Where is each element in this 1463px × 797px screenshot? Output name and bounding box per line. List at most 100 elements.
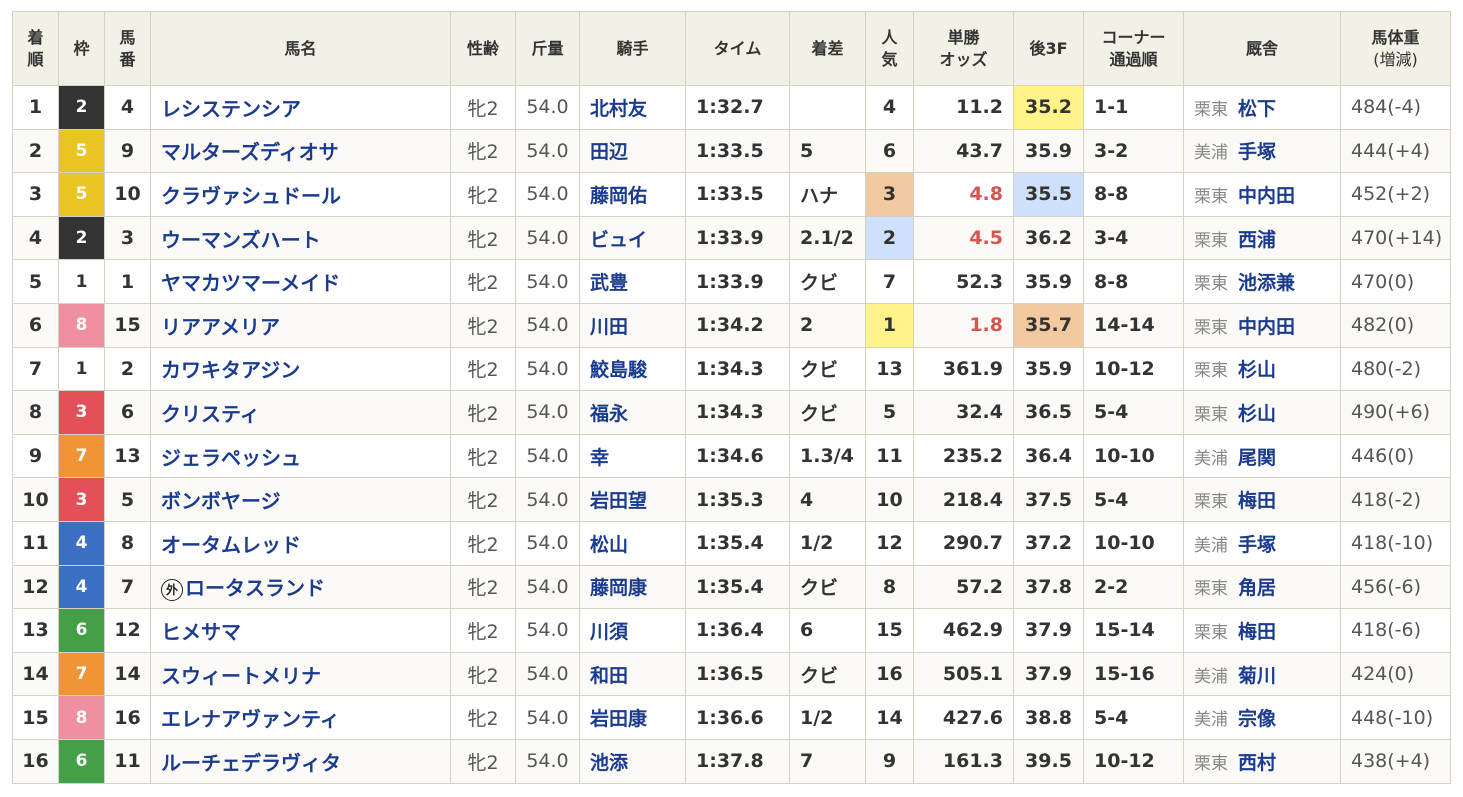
cell-bodyweight: 452(+2) — [1340, 172, 1451, 217]
horse-name-label[interactable]: カワキタアジン — [161, 358, 300, 382]
jockey-link[interactable]: 幸 — [579, 433, 686, 479]
trainer-link[interactable]: 手塚 — [1238, 141, 1276, 163]
table-row: 2 5 9 マルターズディオサ 牝2 54.0 田辺 1:33.5 5 6 43.7 35.9 3-2 美… — [12, 128, 1451, 174]
trainer-link[interactable]: 西浦 — [1238, 229, 1276, 251]
cell-weight: 54.0 — [515, 346, 580, 392]
cell-stable: 美浦 尾関 — [1183, 433, 1341, 479]
horse-name-link[interactable]: ヒメサマ — [150, 608, 451, 653]
cell-stable: 栗東 中内田 — [1183, 302, 1341, 348]
jockey-link[interactable]: 藤岡佑 — [579, 172, 686, 217]
stable-location: 美浦 — [1194, 710, 1228, 731]
horse-name-label[interactable]: ヒメサマ — [161, 620, 241, 644]
horse-name-link[interactable]: クリスティ — [150, 390, 451, 435]
trainer-link[interactable]: 尾関 — [1238, 447, 1276, 469]
trainer-link[interactable]: 角居 — [1238, 577, 1276, 599]
horse-name-label[interactable]: マルターズディオサ — [161, 140, 339, 164]
jockey-link[interactable]: 田辺 — [579, 128, 686, 174]
horse-name-label[interactable]: レシステンシア — [161, 97, 301, 121]
jockey-link[interactable]: 川須 — [579, 608, 686, 653]
cell-weight: 54.0 — [515, 172, 580, 217]
cell-margin: 1.3/4 — [789, 433, 866, 479]
cell-margin — [789, 85, 866, 130]
trainer-link[interactable]: 松下 — [1238, 98, 1276, 120]
cell-pop: 7 — [865, 259, 914, 304]
horse-name-label[interactable]: ボンボヤージ — [161, 489, 281, 513]
cell-bodyweight: 490(+6) — [1340, 390, 1451, 435]
horse-name-link[interactable]: オータムレッド — [150, 520, 451, 566]
cell-corner: 8-8 — [1083, 172, 1184, 217]
trainer-link[interactable]: 中内田 — [1238, 316, 1295, 338]
jockey-link[interactable]: 川田 — [579, 302, 686, 348]
cell-weight: 54.0 — [515, 433, 580, 479]
trainer-link[interactable]: 宗像 — [1238, 708, 1276, 730]
horse-name-label[interactable]: スウィートメリナ — [161, 664, 321, 688]
horse-name-link[interactable]: ウーマンズハート — [150, 215, 451, 261]
cell-corner: 15-16 — [1083, 651, 1184, 697]
stable-location: 美浦 — [1194, 448, 1228, 469]
cell-waku: 5 — [58, 172, 105, 217]
cell-stable: 美浦 菊川 — [1183, 651, 1341, 697]
cell-umaban: 2 — [104, 346, 151, 392]
jockey-link[interactable]: 福永 — [579, 390, 686, 435]
horse-name-label[interactable]: クラヴァシュドール — [161, 184, 341, 208]
horse-name-label[interactable]: ジェラペッシュ — [161, 446, 301, 470]
horse-name-label[interactable]: ヤマカツマーメイド — [161, 271, 340, 295]
cell-stable: 栗東 西村 — [1183, 738, 1341, 784]
trainer-link[interactable]: 中内田 — [1238, 185, 1295, 207]
horse-name-link[interactable]: スウィートメリナ — [150, 651, 451, 697]
horse-name-label[interactable]: ウーマンズハート — [161, 228, 321, 252]
jockey-link[interactable]: ビュイ — [579, 215, 686, 261]
cell-waku: 2 — [58, 215, 105, 261]
jockey-link[interactable]: 鮫島駿 — [579, 346, 686, 392]
horse-name-link[interactable]: カワキタアジン — [150, 346, 451, 392]
horse-name-label[interactable]: クリスティ — [161, 402, 260, 426]
jockey-link[interactable]: 藤岡康 — [579, 564, 686, 610]
trainer-link[interactable]: 西村 — [1238, 752, 1276, 774]
cell-rank: 8 — [12, 390, 59, 435]
cell-rank: 5 — [12, 259, 59, 304]
jockey-link[interactable]: 北村友 — [579, 85, 686, 130]
horse-name-link[interactable]: リアアメリア — [150, 302, 451, 348]
horse-name-link[interactable]: クラヴァシュドール — [150, 172, 451, 217]
cell-rank: 14 — [12, 651, 59, 697]
cell-corner: 5-4 — [1083, 695, 1184, 740]
horse-name-link[interactable]: 外ロータスランド — [150, 564, 451, 610]
cell-weight: 54.0 — [515, 259, 580, 304]
table-row: 11 4 8 オータムレッド 牝2 54.0 松山 1:35.4 1/2 12 290.7 37.2 1… — [12, 520, 1451, 566]
horse-name-link[interactable]: マルターズディオサ — [150, 128, 451, 174]
cell-rank: 10 — [12, 477, 59, 522]
horse-name-label[interactable]: ルーチェデラヴィタ — [161, 751, 341, 775]
trainer-link[interactable]: 菊川 — [1238, 665, 1276, 687]
cell-pop: 11 — [865, 433, 914, 479]
cell-umaban: 10 — [104, 172, 151, 217]
horse-name-label[interactable]: オータムレッド — [161, 533, 301, 557]
trainer-link[interactable]: 杉山 — [1238, 403, 1276, 425]
jockey-link[interactable]: 和田 — [579, 651, 686, 697]
jockey-link[interactable]: 岩田望 — [579, 477, 686, 522]
horse-name-label[interactable]: エレナアヴァンティ — [161, 707, 340, 731]
horse-name-link[interactable]: ルーチェデラヴィタ — [150, 738, 451, 784]
trainer-link[interactable]: 手塚 — [1238, 534, 1276, 556]
cell-last3f: 38.8 — [1013, 695, 1084, 740]
cell-odds: 1.8 — [913, 302, 1014, 348]
horse-name-link[interactable]: ボンボヤージ — [150, 477, 451, 522]
cell-waku: 3 — [58, 390, 105, 435]
horse-name-label[interactable]: リアアメリア — [161, 315, 280, 339]
trainer-link[interactable]: 池添兼 — [1238, 272, 1295, 294]
trainer-link[interactable]: 梅田 — [1238, 490, 1276, 512]
cell-bodyweight: 444(+4) — [1340, 128, 1451, 174]
horse-name-link[interactable]: ジェラペッシュ — [150, 433, 451, 479]
cell-odds: 290.7 — [913, 520, 1014, 566]
trainer-link[interactable]: 梅田 — [1238, 621, 1276, 643]
jockey-link[interactable]: 松山 — [579, 520, 686, 566]
cell-sexage: 牝2 — [450, 85, 516, 130]
horse-name-link[interactable]: ヤマカツマーメイド — [150, 259, 451, 304]
trainer-link[interactable]: 杉山 — [1238, 359, 1276, 381]
horse-name-label[interactable]: ロータスランド — [185, 576, 325, 600]
horse-name-link[interactable]: エレナアヴァンティ — [150, 695, 451, 740]
jockey-link[interactable]: 武豊 — [579, 259, 686, 304]
cell-bodyweight: 484(-4) — [1340, 85, 1451, 130]
horse-name-link[interactable]: レシステンシア — [150, 85, 451, 130]
jockey-link[interactable]: 池添 — [579, 738, 686, 784]
jockey-link[interactable]: 岩田康 — [579, 695, 686, 740]
